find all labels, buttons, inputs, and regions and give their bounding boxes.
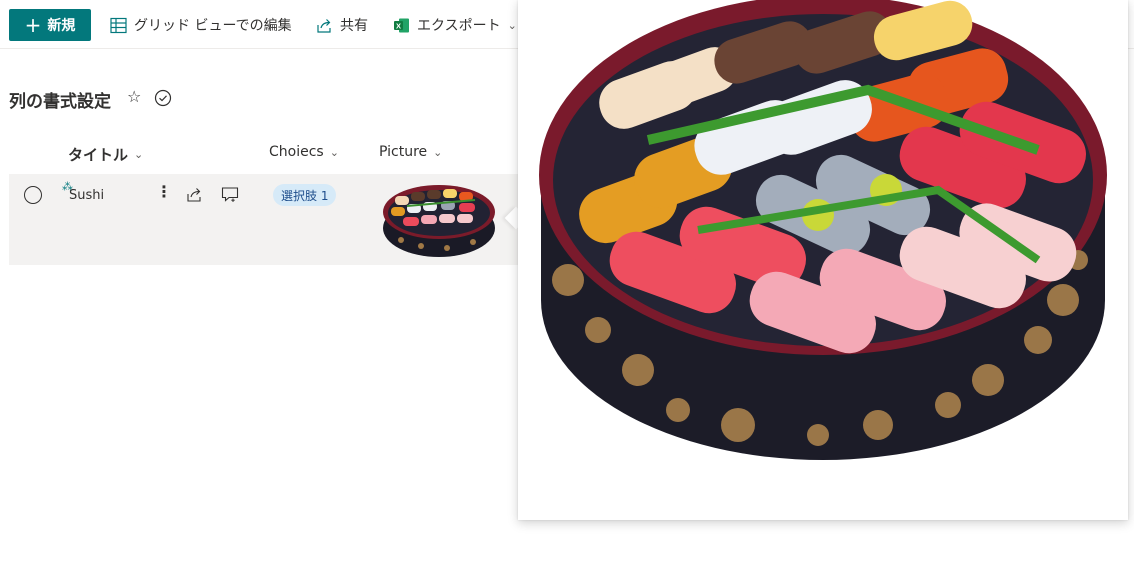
svg-text:X: X: [396, 21, 401, 30]
column-header-title[interactable]: タイトル ⌄: [68, 144, 143, 165]
check-circle-icon[interactable]: [154, 89, 172, 107]
chevron-down-icon: ⌄: [433, 145, 443, 159]
grid-icon: [110, 17, 127, 33]
column-header-title-label: タイトル: [68, 146, 129, 164]
column-header-choices-label: Choiecs: [269, 144, 324, 160]
column-header-choices[interactable]: Choiecs ⌄: [269, 144, 339, 160]
share-icon: [317, 18, 331, 33]
new-button-label: 新規: [47, 18, 76, 34]
share-label: 共有: [340, 18, 368, 34]
share-icon[interactable]: [186, 186, 203, 203]
row-title[interactable]: Sushi: [69, 188, 104, 203]
row-select-radio[interactable]: [24, 186, 42, 204]
share-button[interactable]: 共有: [316, 13, 368, 37]
more-actions-icon[interactable]: ⋮: [156, 184, 172, 200]
chevron-down-icon: ⌄: [507, 18, 517, 32]
comment-icon[interactable]: [221, 186, 239, 203]
sushi-bento-image: [539, 0, 1107, 460]
grid-edit-button[interactable]: グリッド ビューでの編集: [110, 13, 292, 37]
new-button[interactable]: + 新規: [9, 9, 91, 41]
grid-edit-label: グリッド ビューでの編集: [134, 18, 292, 34]
column-header-picture[interactable]: Picture ⌄: [379, 144, 442, 160]
column-header-picture-label: Picture: [379, 144, 428, 160]
chevron-down-icon: ⌄: [329, 145, 339, 159]
chevron-down-icon: ⌄: [134, 148, 144, 161]
choice-badge: 選択肢 1: [273, 184, 337, 206]
export-button[interactable]: X エクスポート ⌄: [393, 13, 517, 37]
excel-icon: X: [394, 18, 409, 32]
export-label: エクスポート: [417, 18, 501, 34]
plus-icon: +: [24, 13, 42, 37]
page-title: 列の書式設定: [9, 92, 111, 112]
star-icon[interactable]: ☆: [127, 87, 141, 106]
sushi-thumbnail-image[interactable]: [381, 182, 497, 258]
